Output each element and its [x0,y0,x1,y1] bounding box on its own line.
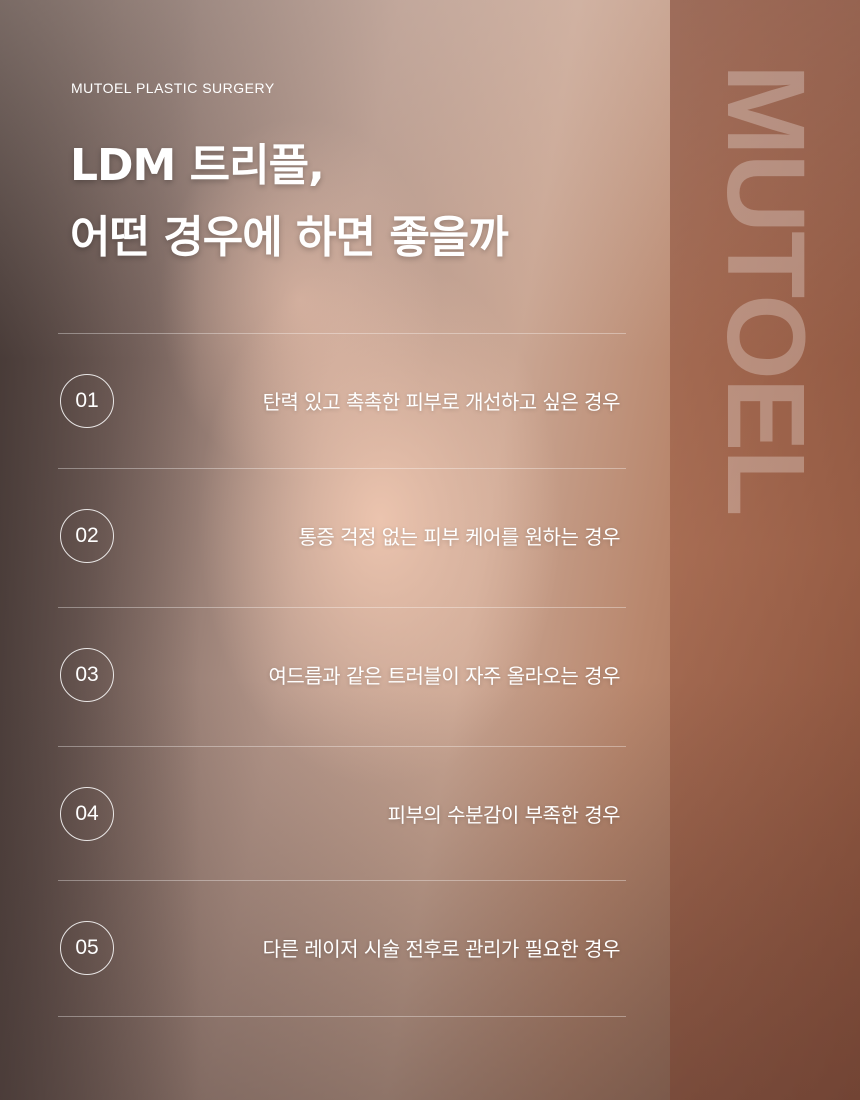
item-text: 다른 레이저 시술 전후로 관리가 필요한 경우 [262,937,621,961]
list-item: 05 다른 레이저 시술 전후로 관리가 필요한 경우 [58,881,626,1017]
brand-label: MUTOEL PLASTIC SURGERY [71,80,275,96]
list-item: 04 피부의 수분감이 부족한 경우 [58,747,626,881]
item-number-badge: 02 [60,509,114,563]
item-text: 여드름과 같은 트러블이 자주 올라오는 경우 [268,664,621,688]
side-logo-text: MUTOEL [704,64,827,515]
page-title: LDM 트리플, 어떤 경우에 하면 좋을까 [70,130,509,274]
list-item: 02 통증 걱정 없는 피부 케어를 원하는 경우 [58,469,626,608]
item-text: 피부의 수분감이 부족한 경우 [387,803,621,827]
item-text: 탄력 있고 촉촉한 피부로 개선하고 싶은 경우 [262,390,621,414]
item-number-badge: 05 [60,921,114,975]
title-line-1: LDM 트리플, [70,140,325,191]
title-line-2: 어떤 경우에 하면 좋을까 [70,212,509,263]
item-number-badge: 03 [60,648,114,702]
list-item: 01 탄력 있고 촉촉한 피부로 개선하고 싶은 경우 [58,334,626,469]
page: MUTOEL MUTOEL PLASTIC SURGERY LDM 트리플, 어… [0,0,860,1100]
item-number-badge: 04 [60,787,114,841]
case-list: 01 탄력 있고 촉촉한 피부로 개선하고 싶은 경우 02 통증 걱정 없는 … [58,333,626,1017]
item-number-badge: 01 [60,374,114,428]
item-text: 통증 걱정 없는 피부 케어를 원하는 경우 [298,525,620,549]
list-item: 03 여드름과 같은 트러블이 자주 올라오는 경우 [58,608,626,747]
